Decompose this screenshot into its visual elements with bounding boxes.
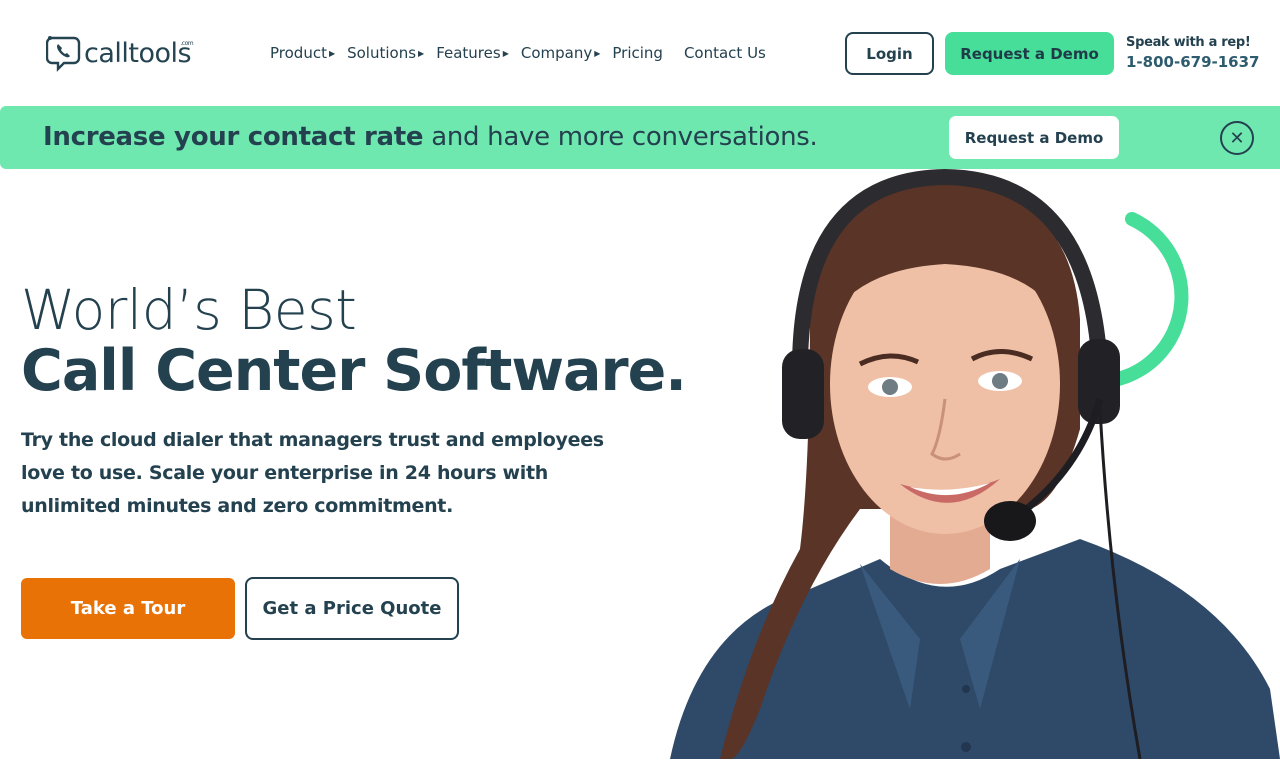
nav-item-solutions[interactable]: Solutions ▶	[347, 44, 436, 62]
caret-right-icon: ▶	[418, 48, 425, 58]
login-button[interactable]: Login	[845, 32, 934, 75]
caret-right-icon: ▶	[502, 48, 509, 58]
rep-label: Speak with a rep!	[1126, 35, 1251, 50]
nav-item-label: Solutions	[347, 44, 417, 62]
close-icon[interactable]: ✕	[1220, 121, 1254, 155]
calltools-logo[interactable]: calltools .com	[46, 34, 194, 72]
call-center-agent-photo	[670, 169, 1280, 759]
nav-item-company[interactable]: Company ▶	[521, 44, 613, 62]
hero-title-line1: World’s Best	[21, 278, 357, 342]
nav-item-product[interactable]: Product ▶	[270, 44, 347, 62]
banner-message: Increase your contact rate and have more…	[43, 122, 818, 152]
get-price-quote-button[interactable]: Get a Price Quote	[245, 577, 459, 640]
caret-right-icon: ▶	[594, 48, 601, 58]
main-nav: Product ▶ Solutions ▶ Features ▶ Company ▶ P…	[270, 44, 787, 62]
take-a-tour-button[interactable]: Take a Tour	[21, 578, 235, 639]
promo-banner: Increase your contact rate and have more…	[0, 106, 1280, 169]
nav-item-label: Product	[270, 44, 327, 62]
nav-item-pricing[interactable]: Pricing	[612, 44, 663, 62]
banner-request-demo-button[interactable]: Request a Demo	[949, 116, 1119, 159]
request-demo-button[interactable]: Request a Demo	[945, 32, 1114, 75]
nav-item-label: Contact Us	[683, 44, 766, 62]
rep-phone-link[interactable]: 1-800-679-1637	[1126, 53, 1259, 71]
nav-item-label: Features	[436, 44, 501, 62]
hero-title-line2: Call Center Software.	[21, 338, 687, 404]
logo-suffix: .com	[180, 39, 194, 47]
nav-item-label: Company	[520, 44, 593, 62]
caret-right-icon: ▶	[328, 48, 336, 58]
site-header: calltools .com Product ▶ Solutions ▶ Featur…	[0, 0, 1280, 106]
sales-contact: Speak with a rep! 1-800-679-1637	[1126, 35, 1259, 71]
logo-wordmark: calltools .com	[84, 37, 194, 69]
nav-item-label: Pricing	[612, 44, 663, 62]
banner-bold-text: Increase your contact rate	[43, 122, 424, 152]
nav-item-contact-us[interactable]: Contact Us	[684, 44, 766, 62]
nav-item-features[interactable]: Features ▶	[436, 44, 521, 62]
banner-rest-text: and have more conversations.	[423, 122, 818, 152]
phone-chat-icon	[46, 36, 81, 72]
hero-subtitle: Try the cloud dialer that managers trust…	[21, 429, 604, 517]
